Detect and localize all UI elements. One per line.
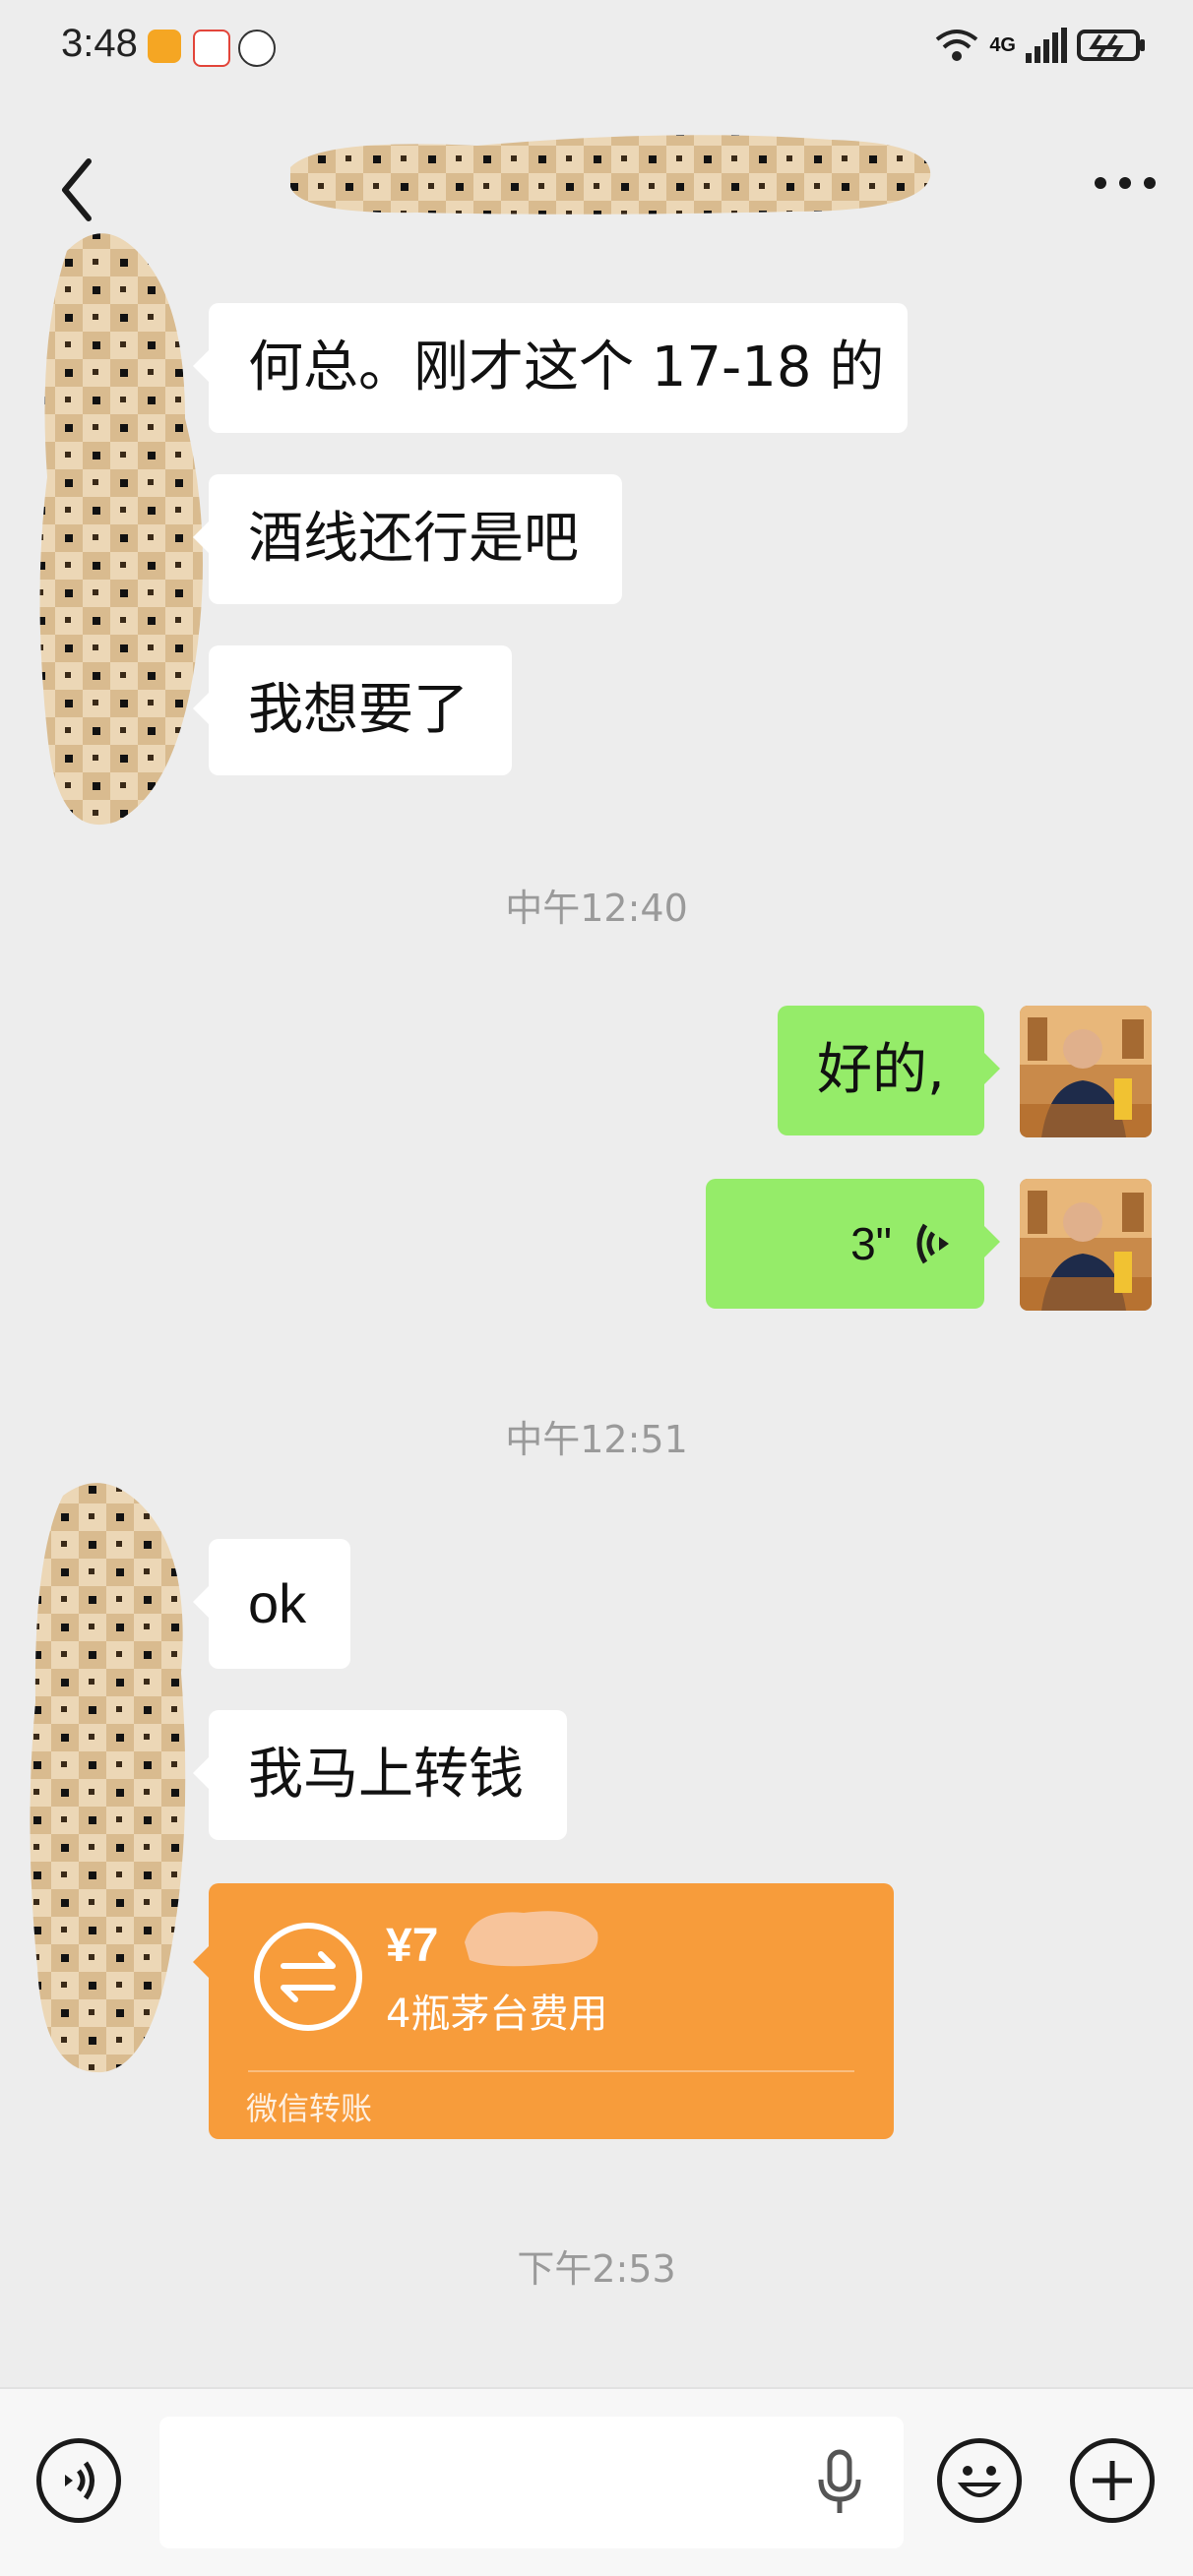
my-avatar[interactable]	[1020, 1179, 1152, 1311]
message-timestamp: 中午12:40	[505, 887, 688, 930]
transfer-label: 微信转账	[246, 2090, 373, 2127]
plus-icon	[1093, 2461, 1132, 2500]
emoji-icon	[957, 2466, 1002, 2497]
wechat-transfer-card[interactable]: ¥7 4瓶茅台费用 微信转账	[193, 1883, 894, 2139]
transfer-arrows-icon	[254, 1923, 362, 2031]
voice-toggle-button[interactable]	[36, 2438, 121, 2523]
message-bubble[interactable]: 我想要了	[193, 645, 512, 775]
contact-avatar-redacted[interactable]	[28, 221, 215, 831]
app-notification-icon	[193, 30, 230, 67]
battery-icon	[1077, 30, 1145, 61]
message-timestamp: 中午12:51	[505, 1418, 688, 1461]
voice-wave-icon	[916, 1223, 949, 1264]
message-text: 我马上转钱	[248, 1743, 524, 1807]
message-text: 我想要了	[248, 678, 469, 742]
voice-duration: 3"	[850, 1218, 892, 1269]
signal-icon	[1026, 28, 1067, 63]
voice-toggle-icon	[65, 2461, 94, 2500]
message-bubble[interactable]: 酒线还行是吧	[193, 474, 622, 604]
input-bar	[0, 2387, 1193, 2576]
message-text: 何总。刚才这个 17-18 的	[248, 336, 885, 399]
voice-message-bubble[interactable]: 3"	[706, 1179, 1000, 1309]
status-bar: 3:48 4G	[0, 0, 1193, 98]
my-avatar[interactable]	[1020, 1006, 1152, 1137]
amount-redacted	[465, 1911, 598, 1967]
app-notification-icon	[238, 30, 276, 67]
status-icons: 4G	[934, 26, 1146, 65]
message-text: 酒线还行是吧	[248, 507, 579, 571]
plus-button[interactable]	[1070, 2438, 1155, 2523]
divider	[248, 2070, 854, 2072]
back-icon[interactable]	[51, 155, 110, 224]
message-timestamp: 下午2:53	[517, 2247, 676, 2291]
chat-title-redacted	[290, 135, 931, 215]
microphone-icon[interactable]	[815, 2448, 864, 2517]
message-bubble[interactable]: ok	[193, 1539, 350, 1669]
network-type: 4G	[989, 33, 1016, 56]
message-bubble[interactable]: 我马上转钱	[193, 1710, 567, 1840]
more-icon[interactable]	[1091, 173, 1160, 193]
status-time: 3:48	[61, 22, 138, 65]
wifi-icon	[936, 30, 978, 61]
message-bubble[interactable]: 何总。刚才这个 17-18 的	[193, 303, 908, 433]
contact-avatar-redacted[interactable]	[24, 1476, 191, 2076]
app-notification-icon	[148, 30, 181, 63]
transfer-amount: ¥7	[386, 1920, 439, 1972]
message-bubble-sent[interactable]: 好的,	[778, 1006, 1000, 1135]
emoji-button[interactable]	[937, 2438, 1022, 2523]
message-text: 好的,	[817, 1038, 945, 1102]
message-text: ok	[248, 1572, 307, 1634]
transfer-note: 4瓶茅台费用	[386, 1992, 608, 2037]
message-input[interactable]	[159, 2417, 904, 2548]
